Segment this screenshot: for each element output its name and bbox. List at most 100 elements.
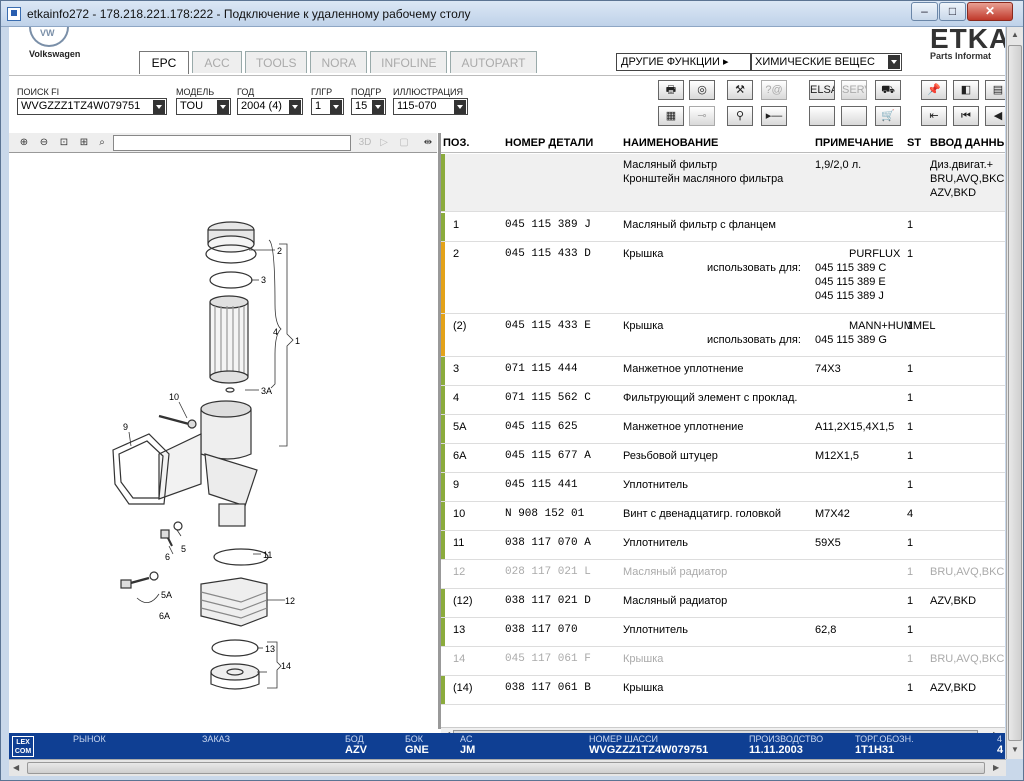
tab-autopart[interactable]: AUTOPART <box>450 51 537 73</box>
tools-icon[interactable]: ⚒ <box>727 80 753 100</box>
illustration-select[interactable]: 115-070 <box>393 98 468 115</box>
row-marker <box>441 386 445 414</box>
step-icon[interactable]: ▸— <box>761 106 787 126</box>
row-st: 1 <box>907 363 914 375</box>
row-st: 1 <box>907 421 914 433</box>
zoom-fit-icon[interactable]: ⊞ <box>75 134 93 152</box>
zoom-out-icon[interactable]: ⊖ <box>35 134 53 152</box>
table-row[interactable]: 14 045 117 061 F Крышка 1 BRU,AVQ,BKC <box>441 647 1005 676</box>
maximize-button[interactable]: □ <box>939 2 966 21</box>
print-icon[interactable]: 🖶 <box>658 80 684 100</box>
table-row[interactable]: (2) 045 115 433 E Крышка MANN+HUMMEL 1 исполь… <box>441 314 1005 357</box>
callout-label: 9 <box>123 422 128 432</box>
status-bok-value: GNE <box>405 744 429 756</box>
zoom-in-icon[interactable]: ⊕ <box>15 134 33 152</box>
table-row[interactable]: 5A 045 115 625 Манжетное уплотнение A11,2X1… <box>441 415 1005 444</box>
zoom-area-icon[interactable]: ⊡ <box>55 134 73 152</box>
other-functions-value: ХИМИЧЕСКИЕ ВЕЩЕС <box>755 56 875 68</box>
row-note: MANN+HUMMEL <box>849 320 936 332</box>
table-row[interactable]: 11 038 117 070 A Уплотнитель 59X5 1 <box>441 531 1005 560</box>
table-row[interactable]: 10 N 908 152 01 Винт с двенадцатигр. голов… <box>441 502 1005 531</box>
table-row[interactable]: 9 045 115 441 Уплотнитель 1 <box>441 473 1005 502</box>
minimize-button[interactable]: – <box>911 2 938 21</box>
year-select[interactable]: 2004 (4) <box>237 98 303 115</box>
prev-icon[interactable]: ⏮ <box>953 106 979 126</box>
row-pos: (14) <box>453 682 473 694</box>
status-market-key: РЫНОК <box>73 734 106 744</box>
horizontal-scrollbar[interactable]: ◀ ▶ <box>9 759 1006 776</box>
bike-icon[interactable]: ⚲ <box>727 106 753 126</box>
col-part-header[interactable]: НОМЕР ДЕТАЛИ <box>505 137 593 149</box>
row-usage-part: 045 115 389 E <box>815 276 886 288</box>
col-st-header[interactable]: ST <box>907 137 921 149</box>
step-icon[interactable]: ▷ <box>375 134 393 152</box>
frame-icon[interactable]: ▢ <box>395 134 413 152</box>
row-marker <box>441 589 445 617</box>
scroll-right-icon[interactable]: ▶ <box>993 763 999 772</box>
grid-icon[interactable]: ▦ <box>658 106 684 126</box>
table-row[interactable]: 2 045 115 433 D Крышка PURFLUX 1 использовать… <box>441 242 1005 314</box>
tab-acc[interactable]: ACC <box>192 51 242 73</box>
close-button[interactable]: ✕ <box>967 2 1013 21</box>
list-icon[interactable]: ▤ <box>985 80 1005 100</box>
blank-icon[interactable] <box>809 106 835 126</box>
model-select[interactable]: TOU <box>176 98 231 115</box>
chevron-down-icon <box>330 100 342 114</box>
split-view-icon[interactable]: ⇹ <box>419 134 437 152</box>
sub-group-select[interactable]: 15 <box>351 98 386 115</box>
diagram-svg: 2 3 3A 4 1 10 9 5 6 11 5A 6A 12 13 14 <box>112 221 300 690</box>
table-row[interactable]: 12 028 117 021 L Масляный радиатор 1 BRU,AVQ… <box>441 560 1005 589</box>
table-row[interactable]: (12) 038 117 021 D Масляный радиатор 1 AZV,B… <box>441 589 1005 618</box>
table-row[interactable]: (14) 038 117 061 B Крышка 1 AZV,BKD <box>441 676 1005 705</box>
table-row[interactable]: 13 038 117 070 Уплотнитель 62,8 1 <box>441 618 1005 647</box>
col-pos-header[interactable]: ПОЗ. <box>443 137 469 149</box>
other-functions-select[interactable]: ХИМИЧЕСКИЕ ВЕЩЕС <box>751 53 902 71</box>
cart-icon[interactable]: 🛒 <box>875 106 901 126</box>
callout-label: 1 <box>295 336 300 346</box>
key-icon[interactable]: ⊸ <box>689 106 715 126</box>
elsa-icon[interactable]: ELSA <box>809 80 835 100</box>
vertical-scrollbar[interactable]: ▲ ▼ <box>1006 27 1023 759</box>
main-group-value: 1 <box>315 100 322 112</box>
first-icon[interactable]: ⇤ <box>921 106 947 126</box>
tab-epc[interactable]: EPC <box>139 51 189 74</box>
service-icon[interactable]: SERVICE <box>841 80 867 100</box>
table-row[interactable]: 1 045 115 389 J Масляный фильтр с фланцем 1 <box>441 213 1005 242</box>
scroll-down-icon[interactable]: ▼ <box>1011 745 1019 754</box>
row-st: 1 <box>907 595 914 607</box>
table-row[interactable]: 4 071 115 562 C Фильтрующий элемент с прок… <box>441 386 1005 415</box>
group-name: Масляный фильтр <box>623 159 718 171</box>
tab-tools[interactable]: TOOLS <box>245 51 308 73</box>
table-row[interactable]: 3 071 115 444 Манжетное уплотнение 74X3 1 <box>441 357 1005 386</box>
table-row[interactable]: 6A 045 115 677 A Резьбовой штуцер M12X1,5 1 <box>441 444 1005 473</box>
tab-infoline[interactable]: INFOLINE <box>370 51 448 73</box>
row-st: 1 <box>907 248 914 260</box>
row-note: 62,8 <box>815 624 837 636</box>
other-functions-button[interactable]: ДРУГИЕ ФУНКЦИИ ▸ <box>616 53 751 71</box>
callout-label: 12 <box>285 596 295 606</box>
col-note-header[interactable]: ПРИМЕЧАНИЕ <box>815 137 894 149</box>
help-icon[interactable]: ?@ <box>761 80 787 100</box>
col-name-header[interactable]: НАИМЕНОВАНИЕ <box>623 137 718 149</box>
vin-select[interactable]: WVGZZZ1TZ4W079751 <box>17 98 167 115</box>
panel-icon[interactable]: ◧ <box>953 80 979 100</box>
tab-nora[interactable]: NORA <box>310 51 368 73</box>
magnifier-icon[interactable]: ⌕ <box>93 134 111 152</box>
vertical-scroll-thumb[interactable] <box>1008 45 1022 741</box>
row-usage-part: 045 115 389 J <box>815 290 884 302</box>
row-pos: 14 <box>453 653 466 665</box>
pin-icon[interactable]: 📌 <box>921 80 947 100</box>
horizontal-scroll-thumb[interactable] <box>27 762 985 774</box>
scroll-left-icon[interactable]: ◀ <box>13 763 19 772</box>
diagram-search-input[interactable] <box>113 135 351 151</box>
blank-icon[interactable] <box>841 106 867 126</box>
sub-group-filter: ПОДГР 15 <box>351 87 386 115</box>
back-icon[interactable]: ◀ <box>985 106 1005 126</box>
3d-button[interactable]: 3D <box>355 134 375 152</box>
col-input-header[interactable]: ВВОД ДАННЫ <box>930 137 1005 149</box>
main-group-select[interactable]: 1 <box>311 98 344 115</box>
scroll-up-icon[interactable]: ▲ <box>1011 30 1019 39</box>
dolly-icon[interactable]: ⛟ <box>875 80 901 100</box>
cd-icon[interactable]: ◎ <box>689 80 715 100</box>
sub-group-value: 15 <box>355 100 368 112</box>
